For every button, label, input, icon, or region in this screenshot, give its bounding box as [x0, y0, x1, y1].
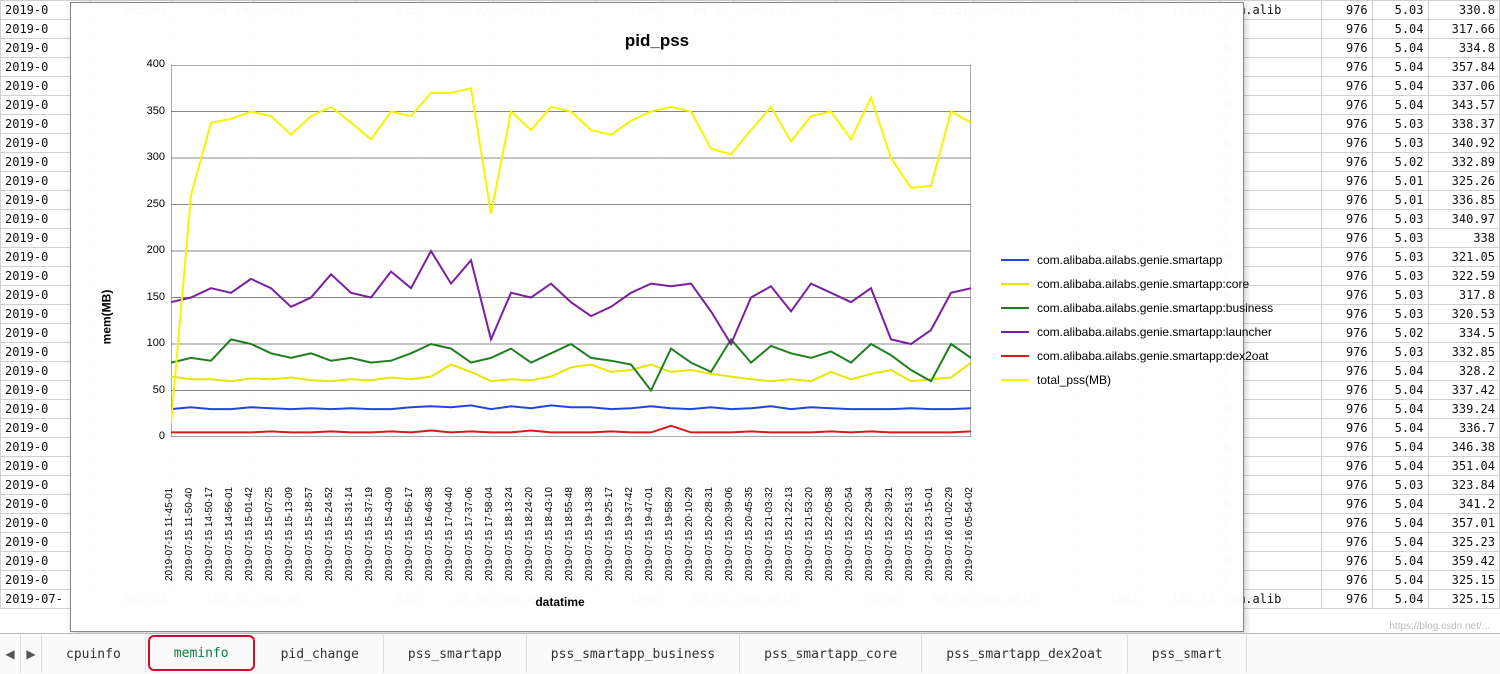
chart-series-line: [171, 405, 971, 409]
tab-pid_change[interactable]: pid_change: [257, 635, 384, 673]
tab-nav-next[interactable]: ▶: [21, 635, 42, 673]
chart-xtick: 2019-07-15 15-07-25: [264, 487, 275, 581]
chart-xtick: 2019-07-15 23-15-01: [924, 487, 935, 581]
chart-ylabel: mem(MB): [99, 290, 113, 345]
chart-xlabel: datatime: [145, 595, 975, 609]
chart-xtick: 2019-07-15 14-56-01: [224, 487, 235, 581]
chart-xtick: 2019-07-15 21-22-13: [784, 487, 795, 581]
chart-ytick: 150: [135, 291, 165, 303]
legend-swatch: [1001, 307, 1029, 309]
legend-label: com.alibaba.ailabs.genie.smartapp: [1037, 249, 1222, 271]
chart-xtick: 2019-07-15 22-39-21: [884, 487, 895, 581]
chart-xtick: 2019-07-15 17-58-04: [484, 487, 495, 581]
chart-xtick: 2019-07-15 20-39-06: [724, 487, 735, 581]
legend-label: com.alibaba.ailabs.genie.smartapp:busine…: [1037, 297, 1273, 319]
legend-swatch: [1001, 283, 1029, 285]
legend-swatch: [1001, 331, 1029, 333]
chart-xtick: 2019-07-15 14-50-17: [204, 487, 215, 581]
chart-series-line: [171, 88, 971, 423]
legend-item: com.alibaba.ailabs.genie.smartapp: [1001, 249, 1273, 271]
chart-ytick: 350: [135, 105, 165, 117]
chart-xtick: 2019-07-15 22-20-54: [844, 487, 855, 581]
legend-item: com.alibaba.ailabs.genie.smartapp:launch…: [1001, 321, 1273, 343]
chart-xtick: 2019-07-15 22-51-33: [904, 487, 915, 581]
chart-ytick: 0: [135, 430, 165, 442]
legend-item: total_pss(MB): [1001, 369, 1273, 391]
chart-xtick: 2019-07-15 18-55-48: [564, 487, 575, 581]
chart-xtick: 2019-07-15 22-05-38: [824, 487, 835, 581]
legend-swatch: [1001, 355, 1029, 357]
sheet-tabs-bar: ◀ ▶ cpuinfomeminfopid_changepss_smartapp…: [0, 633, 1500, 674]
tab-nav-prev[interactable]: ◀: [0, 635, 21, 673]
chart-xtick: 2019-07-15 19-58-29: [664, 487, 675, 581]
chart-xtick: 2019-07-15 11-45-01: [164, 488, 175, 581]
chart-series-line: [171, 426, 971, 433]
chart-xtick: 2019-07-15 15-24-52: [324, 487, 335, 581]
chart-series-line: [171, 363, 971, 382]
chart-series-line: [171, 339, 971, 390]
legend-label: total_pss(MB): [1037, 369, 1111, 391]
chart-ytick: 300: [135, 151, 165, 163]
chart-xtick: 2019-07-15 17-37-06: [464, 487, 475, 581]
chart-ytick: 100: [135, 337, 165, 349]
watermark: https://blog.csdn.net/...: [1389, 621, 1490, 632]
chart-xtick: 2019-07-15 15-13-09: [284, 487, 295, 581]
chart-xtick: 2019-07-16 05-54-02: [964, 487, 975, 581]
chart-xtick: 2019-07-15 19-25-17: [604, 487, 615, 581]
legend-label: com.alibaba.ailabs.genie.smartapp:launch…: [1037, 321, 1272, 343]
chart-legend: com.alibaba.ailabs.genie.smartappcom.ali…: [1001, 249, 1273, 393]
chart-ytick: 400: [135, 58, 165, 70]
tab-cpuinfo[interactable]: cpuinfo: [42, 635, 146, 673]
chart-xtick: 2019-07-15 20-10-29: [684, 487, 695, 581]
chart-xtick: 2019-07-15 15-43-09: [384, 487, 395, 581]
tab-pss_smartapp_business[interactable]: pss_smartapp_business: [527, 635, 740, 673]
chart-window[interactable]: pid_pss mem(MB) 2019-07-15 11-45-012019-…: [70, 2, 1244, 632]
chart-xtick: 2019-07-15 15-18-57: [304, 487, 315, 581]
legend-label: com.alibaba.ailabs.genie.smartapp:dex2oa…: [1037, 345, 1268, 367]
chart-xtick: 2019-07-15 15-01-42: [244, 487, 255, 581]
chart-xtick: 2019-07-15 17-04-40: [444, 487, 455, 581]
chart-xtick: 2019-07-15 20-45-35: [744, 487, 755, 581]
chart-xtick: 2019-07-15 22-29-34: [864, 487, 875, 581]
chart-xtick: 2019-07-15 16-46-38: [424, 487, 435, 581]
legend-item: com.alibaba.ailabs.genie.smartapp:core: [1001, 273, 1273, 295]
legend-item: com.alibaba.ailabs.genie.smartapp:busine…: [1001, 297, 1273, 319]
chart-xtick: 2019-07-15 19-37-42: [624, 487, 635, 581]
chart-xtick: 2019-07-15 15-56-17: [404, 487, 415, 581]
chart-xtick: 2019-07-15 18-13-24: [504, 487, 515, 581]
tab-meminfo[interactable]: meminfo: [148, 635, 255, 671]
chart-xtick: 2019-07-15 19-47-01: [644, 487, 655, 581]
chart-xtick: 2019-07-15 20-28-31: [704, 487, 715, 581]
tab-pss_smart[interactable]: pss_smart: [1128, 635, 1247, 673]
chart-xtick: 2019-07-15 18-24-20: [524, 487, 535, 581]
legend-swatch: [1001, 259, 1029, 261]
tab-pss_smartapp_dex2oat[interactable]: pss_smartapp_dex2oat: [922, 635, 1128, 673]
chart-xtick: 2019-07-15 21-03-32: [764, 487, 775, 581]
chart-ytick: 200: [135, 244, 165, 256]
chart-ytick: 50: [135, 384, 165, 396]
chart-xtick: 2019-07-15 15-37-19: [364, 487, 375, 581]
chart-xtick: 2019-07-15 21-53-20: [804, 487, 815, 581]
legend-item: com.alibaba.ailabs.genie.smartapp:dex2oa…: [1001, 345, 1273, 367]
chart-xtick: 2019-07-15 19-13-38: [584, 487, 595, 581]
chart-plot-area: [171, 65, 971, 437]
legend-label: com.alibaba.ailabs.genie.smartapp:core: [1037, 273, 1249, 295]
chart-xtick: 2019-07-15 15-31-14: [344, 487, 355, 581]
chart-xtick: 2019-07-15 11-50-40: [184, 488, 195, 581]
chart-ytick: 250: [135, 198, 165, 210]
tab-pss_smartapp[interactable]: pss_smartapp: [384, 635, 527, 673]
chart-xtick: 2019-07-16 01-02-29: [944, 487, 955, 581]
tab-pss_smartapp_core[interactable]: pss_smartapp_core: [740, 635, 922, 673]
chart-xtick: 2019-07-15 18-43-10: [544, 487, 555, 581]
chart-title: pid_pss: [71, 31, 1243, 51]
chart-xaxis-ticks: 2019-07-15 11-45-012019-07-15 11-50-4020…: [171, 441, 971, 581]
legend-swatch: [1001, 379, 1029, 381]
